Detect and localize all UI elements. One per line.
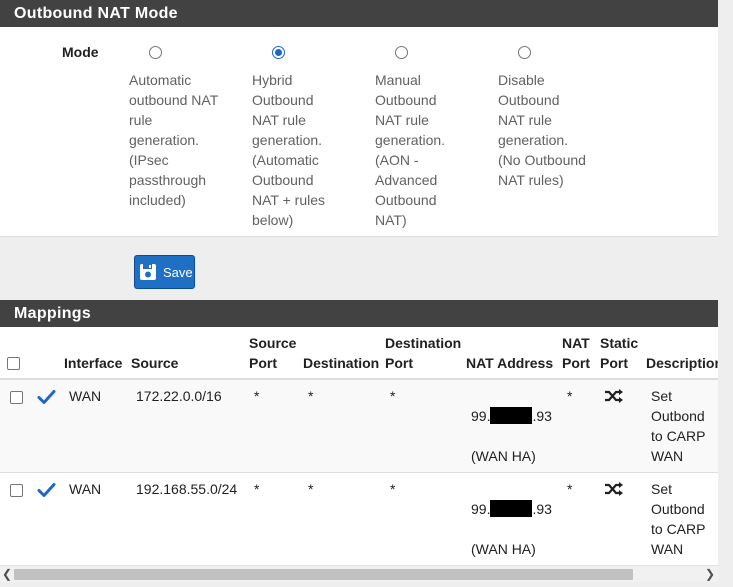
mode-label: Mode — [62, 44, 99, 60]
mode-option-automatic-text: Automatic outbound NAT rule generation. … — [129, 72, 219, 208]
enabled-check-icon[interactable] — [37, 389, 56, 405]
redacted-block — [490, 500, 533, 517]
row-destination-port: * — [390, 481, 396, 497]
column-header-nat-port[interactable]: NAT Port — [562, 333, 590, 373]
row-description: Set Outbond to CARP WAN — [651, 388, 706, 464]
row-destination-port: * — [390, 388, 396, 404]
redacted-block — [490, 407, 533, 424]
random-port-icon — [605, 482, 623, 496]
nat-address-label: (WAN HA) — [471, 448, 536, 464]
row-nat-port: * — [567, 481, 573, 497]
row-checkbox[interactable] — [10, 391, 23, 404]
column-header-description[interactable]: Description — [646, 353, 718, 373]
mode-option-disable-text: Disable Outbound NAT rule generation. (N… — [498, 72, 586, 188]
mode-option-hybrid-text: Hybrid Outbound NAT rule generation. (Au… — [252, 72, 326, 228]
row-destination: * — [308, 481, 314, 497]
outbound-nat-mode-heading: Outbound NAT Mode — [0, 0, 718, 27]
mode-option-manual-text: Manual Outbound NAT rule generation. (AO… — [375, 72, 446, 228]
random-port-icon — [605, 389, 623, 403]
row-interface: WAN — [69, 481, 102, 497]
horizontal-scrollbar[interactable]: ❮ ❯ — [0, 565, 718, 582]
scroll-left-arrow-icon[interactable]: ❮ — [0, 567, 14, 582]
column-header-destination-port[interactable]: Destination Port — [385, 333, 461, 373]
row-source-port: * — [254, 388, 260, 404]
scroll-right-arrow-icon[interactable]: ❯ — [703, 567, 717, 582]
nat-address-label: (WAN HA) — [471, 541, 536, 557]
nat-address-suffix: .93 — [532, 408, 552, 424]
row-interface: WAN — [69, 388, 102, 404]
column-header-source[interactable]: Source — [131, 353, 178, 373]
radio-manual[interactable] — [395, 46, 408, 59]
row-source: 172.22.0.0/16 — [136, 388, 222, 404]
row-source: 192.168.55.0/24 — [136, 481, 238, 497]
nat-address-prefix: 99. — [471, 408, 491, 424]
radio-disable[interactable] — [518, 46, 531, 59]
outbound-nat-mode-panel: Mode Automatic outbound NAT rule generat… — [0, 27, 718, 237]
mappings-table: Interface Source Source Port Destination… — [0, 327, 718, 565]
save-icon — [140, 264, 156, 280]
row-nat-address: 99. .93 (WAN HA) — [471, 386, 552, 466]
nat-address-suffix: .93 — [532, 501, 552, 517]
column-header-destination[interactable]: Destination — [303, 353, 379, 373]
column-header-source-port[interactable]: Source Port — [249, 333, 296, 373]
row-nat-port: * — [567, 388, 573, 404]
save-button-label: Save — [163, 264, 193, 280]
scrollbar-thumb[interactable] — [14, 569, 633, 580]
row-destination: * — [308, 388, 314, 404]
radio-hybrid[interactable] — [272, 46, 285, 59]
table-row[interactable]: WAN 172.22.0.0/16 * * * 99. .93 (WAN HA) … — [0, 380, 718, 472]
row-source-port: * — [254, 481, 260, 497]
enabled-check-icon[interactable] — [37, 482, 56, 498]
column-header-interface[interactable]: Interface — [64, 353, 122, 373]
column-header-static-port[interactable]: Static Port — [600, 333, 638, 373]
row-checkbox[interactable] — [10, 484, 23, 497]
column-header-nat-address[interactable]: NAT Address — [466, 353, 553, 373]
nat-address-prefix: 99. — [471, 501, 491, 517]
row-nat-address: 99. .93 (WAN HA) — [471, 479, 552, 559]
row-description: Set Outbond to CARP WAN — [651, 481, 706, 557]
select-all-checkbox[interactable] — [7, 357, 20, 370]
table-row[interactable]: WAN 192.168.55.0/24 * * * 99. .93 (WAN HA… — [0, 473, 718, 565]
mappings-heading: Mappings — [0, 300, 718, 327]
save-button[interactable]: Save — [134, 255, 195, 289]
radio-automatic[interactable] — [149, 46, 162, 59]
